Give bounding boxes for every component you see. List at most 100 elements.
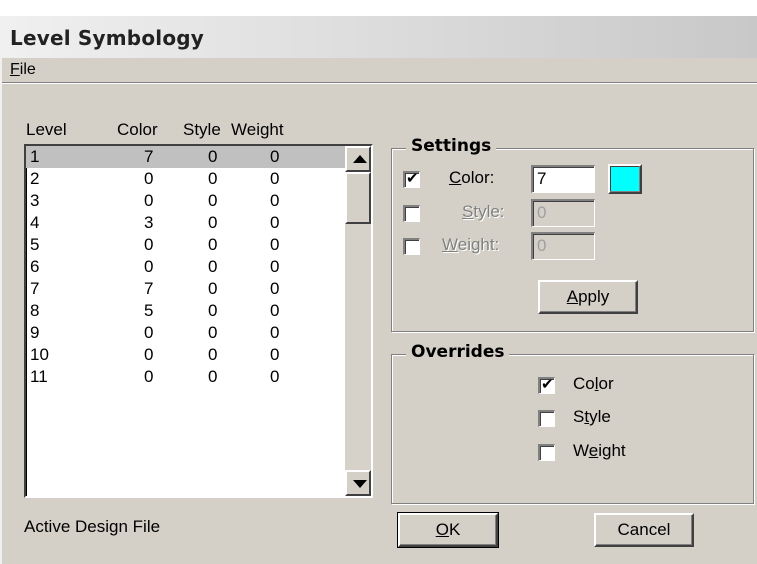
list-item[interactable]: 3 0 0 0: [26, 190, 346, 212]
menu-file[interactable]: File: [10, 61, 36, 79]
cell-style: 0: [208, 213, 218, 232]
cell-color: 0: [144, 367, 154, 386]
cell-style: 0: [208, 235, 218, 254]
cell-weight: 0: [270, 257, 280, 276]
cell-color: 7: [144, 147, 154, 166]
cell-style: 0: [208, 367, 218, 386]
cell-color: 7: [144, 279, 154, 298]
list-item[interactable]: 6 0 0 0: [26, 256, 346, 278]
menu-file-label: ile: [19, 61, 36, 78]
cell-level: 6: [30, 257, 40, 276]
settings-weight-input[interactable]: 0: [531, 232, 595, 260]
ok-label: K: [448, 520, 461, 539]
header-color: Color: [117, 120, 158, 139]
apply-label: pply: [578, 287, 610, 306]
settings-color-label: Color:: [449, 168, 494, 188]
level-list[interactable]: 1 7 0 0 2 0 0 0 3 0 0 0 4 3 0 0 5 0 0 0 6 0 0 0 7 7 0 0 8 5 0 0 9 0 0 0 10 0 0…: [24, 144, 373, 498]
window-title: Level Symbology: [10, 26, 205, 50]
scroll-up-button[interactable]: [345, 146, 371, 172]
color-swatch-button[interactable]: [608, 164, 642, 194]
menu-bar: File: [2, 58, 757, 83]
settings-style-label-text: tyle:: [473, 202, 505, 221]
list-item[interactable]: 10 0 0 0: [26, 344, 346, 366]
list-item[interactable]: 11 0 0 0: [26, 366, 346, 388]
override-style-label-pre: S: [573, 407, 585, 426]
scroll-track[interactable]: [345, 224, 371, 470]
settings-weight-accel: W: [442, 235, 458, 254]
override-style-label-rest: yle: [589, 407, 611, 426]
cell-level: 8: [30, 301, 40, 320]
cancel-button[interactable]: Cancel: [594, 513, 694, 547]
settings-title: Settings: [406, 136, 497, 156]
cell-level: 10: [30, 345, 49, 364]
scroll-down-button[interactable]: [345, 470, 371, 496]
cell-weight: 0: [270, 301, 280, 320]
list-item[interactable]: 7 7 0 0: [26, 278, 346, 300]
cell-style: 0: [208, 257, 218, 276]
ok-accel: O: [435, 520, 449, 539]
list-item[interactable]: 1700: [26, 146, 346, 168]
cell-weight: 0: [270, 235, 280, 254]
override-color-label: Color: [573, 374, 614, 394]
cell-color: 5: [144, 301, 154, 320]
cell-weight: 0: [270, 367, 280, 386]
override-weight-accel: e: [588, 441, 599, 460]
list-scrollbar[interactable]: [345, 146, 371, 496]
settings-weight-label-text: eight:: [457, 235, 500, 254]
settings-weight-label: Weight:: [442, 235, 499, 255]
cell-style: 0: [208, 169, 218, 188]
cell-color: 0: [144, 345, 154, 364]
settings-style-label: Style:: [462, 202, 505, 222]
cell-weight: 0: [270, 191, 280, 210]
cell-level: 9: [30, 323, 40, 342]
check-mark-icon: ✔: [406, 169, 419, 187]
override-weight-label-rest: ight: [598, 441, 626, 460]
override-weight-checkbox[interactable]: [538, 444, 555, 461]
level-rows: 1 7 0 0 2 0 0 0 3 0 0 0 4 3 0 0 5 0 0 0 6 0 0 0 7 7 0 0 8 5 0 0 9 0 0 0 10 0 0…: [26, 146, 346, 388]
header-level: Level: [26, 120, 67, 139]
cell-style: 0: [208, 323, 218, 342]
cell-weight: 0: [270, 213, 280, 232]
apply-accel: A: [566, 287, 579, 306]
override-color-checkbox[interactable]: ✔: [538, 375, 555, 394]
settings-weight-checkbox[interactable]: [403, 238, 420, 255]
list-item[interactable]: 5 0 0 0: [26, 234, 346, 256]
overrides-title: Overrides: [406, 342, 510, 362]
cell-color: 0: [144, 323, 154, 342]
arrow-down-icon: [353, 480, 367, 488]
active-design-file-label: Active Design File: [24, 517, 161, 536]
override-style-checkbox[interactable]: [538, 410, 555, 427]
settings-style-checkbox[interactable]: [403, 205, 420, 222]
settings-color-label-text: olor:: [461, 168, 495, 187]
apply-button[interactable]: Apply: [538, 280, 638, 314]
list-item[interactable]: 2000: [26, 168, 346, 190]
cell-color: 0: [144, 169, 154, 188]
list-item[interactable]: 8 5 0 0: [26, 300, 346, 322]
settings-color-accel: C: [449, 168, 462, 187]
cell-weight: 0: [270, 279, 280, 298]
cell-color: 0: [144, 235, 154, 254]
settings-color-checkbox[interactable]: ✔: [403, 169, 420, 188]
scroll-thumb[interactable]: [345, 172, 371, 224]
cell-style: 0: [208, 301, 218, 320]
settings-color-input[interactable]: 7: [531, 165, 595, 193]
cell-color: 0: [144, 257, 154, 276]
cell-level: 7: [30, 279, 40, 298]
header-style: Style: [183, 120, 221, 139]
override-color-label-pre: Co: [573, 374, 595, 393]
cell-weight: 0: [270, 345, 280, 364]
cell-color: 3: [144, 213, 154, 232]
ok-button[interactable]: OK: [397, 512, 499, 548]
list-item[interactable]: 4 3 0 0: [26, 212, 346, 234]
settings-style-input[interactable]: 0: [531, 199, 595, 227]
cell-level: 5: [30, 235, 40, 254]
override-style-label: Style: [573, 407, 611, 427]
title-bar[interactable]: Level Symbology: [2, 16, 757, 58]
override-weight-label-pre: W: [573, 441, 589, 460]
list-item[interactable]: 9 0 0 0: [26, 322, 346, 344]
cell-color: 0: [144, 191, 154, 210]
cell-level: 4: [30, 213, 40, 232]
cell-weight: 0: [270, 169, 280, 188]
settings-style-accel: S: [462, 202, 474, 221]
cell-level: 1: [30, 147, 40, 166]
